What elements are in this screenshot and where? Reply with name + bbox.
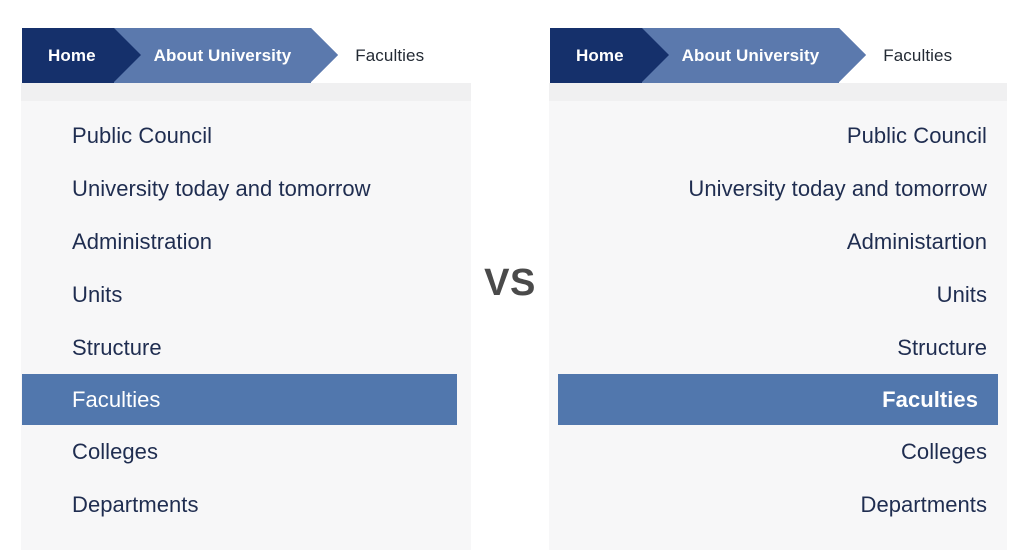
menu-item-administration[interactable]: Administartion xyxy=(549,215,1007,268)
menu-item-label: University today and tomorrow xyxy=(72,175,371,201)
menu-item-units[interactable]: Units xyxy=(549,268,1007,321)
menu-item-label: Administration xyxy=(72,228,213,254)
left-breadcrumb-separator xyxy=(21,83,471,101)
breadcrumb-item-label: About University xyxy=(681,45,820,65)
menu-item-label: Public Council xyxy=(846,122,987,148)
menu-item-label: Faculties xyxy=(882,386,978,412)
menu-item-label: Departments xyxy=(72,491,199,517)
menu-item-label: Units xyxy=(72,281,123,307)
breadcrumb-item-about-university[interactable]: About University xyxy=(641,28,866,83)
menu-item-structure[interactable]: Structure xyxy=(21,321,471,374)
menu-item-label: Structure xyxy=(897,334,987,360)
breadcrumb-item-label: Home xyxy=(576,45,624,65)
menu-item-label: Structure xyxy=(72,334,162,360)
menu-item-administration[interactable]: Administration xyxy=(21,215,471,268)
menu-item-public-council[interactable]: Public Council xyxy=(549,109,1007,162)
menu-item-label: Units xyxy=(936,281,987,307)
menu-item-departments[interactable]: Departments xyxy=(549,478,1007,531)
menu-item-label: University today and tomorrow xyxy=(688,175,987,201)
versus-label: VS xyxy=(484,262,536,304)
right-breadcrumb-bar: Home About University Faculties xyxy=(549,15,1007,83)
breadcrumb-item-home[interactable]: Home xyxy=(22,28,141,83)
menu-item-label: Colleges xyxy=(900,438,987,464)
left-menu-list: Public Council University today and tomo… xyxy=(21,101,471,531)
menu-item-colleges[interactable]: Colleges xyxy=(549,425,1007,478)
menu-item-faculties[interactable]: Faculties xyxy=(558,374,998,425)
menu-item-public-council[interactable]: Public Council xyxy=(21,109,471,162)
menu-item-label: Faculties xyxy=(72,386,161,412)
breadcrumb-item-label: Faculties xyxy=(883,45,953,65)
breadcrumb-item-label: Home xyxy=(48,45,96,65)
left-breadcrumb-bar: Home About University Faculties xyxy=(21,15,471,83)
breadcrumb-item-about-university[interactable]: About University xyxy=(113,28,338,83)
menu-item-structure[interactable]: Structure xyxy=(549,321,1007,374)
menu-item-university-today-and-tomorrow[interactable]: University today and tomorrow xyxy=(549,162,1007,215)
breadcrumb: Home About University Faculties xyxy=(22,28,471,83)
breadcrumb-item-label: Faculties xyxy=(355,45,425,65)
menu-item-university-today-and-tomorrow[interactable]: University today and tomorrow xyxy=(21,162,471,215)
menu-item-label: Departments xyxy=(860,491,987,517)
breadcrumb: Home About University Faculties xyxy=(550,28,1007,83)
menu-item-label: Administartion xyxy=(846,228,987,254)
right-panel: Home About University Faculties Public C… xyxy=(549,15,1007,550)
menu-item-colleges[interactable]: Colleges xyxy=(21,425,471,478)
comparison-stage: Home About University Faculties Public C… xyxy=(0,0,1024,550)
left-panel: Home About University Faculties Public C… xyxy=(21,15,471,550)
menu-item-faculties[interactable]: Faculties xyxy=(22,374,457,425)
menu-item-label: Public Council xyxy=(72,122,213,148)
right-menu-list: Public Council University today and tomo… xyxy=(549,101,1007,531)
menu-item-units[interactable]: Units xyxy=(21,268,471,321)
menu-item-label: Colleges xyxy=(72,438,159,464)
right-breadcrumb-separator xyxy=(549,83,1007,101)
menu-item-departments[interactable]: Departments xyxy=(21,478,471,531)
breadcrumb-item-label: About University xyxy=(153,45,292,65)
breadcrumb-item-home[interactable]: Home xyxy=(550,28,669,83)
